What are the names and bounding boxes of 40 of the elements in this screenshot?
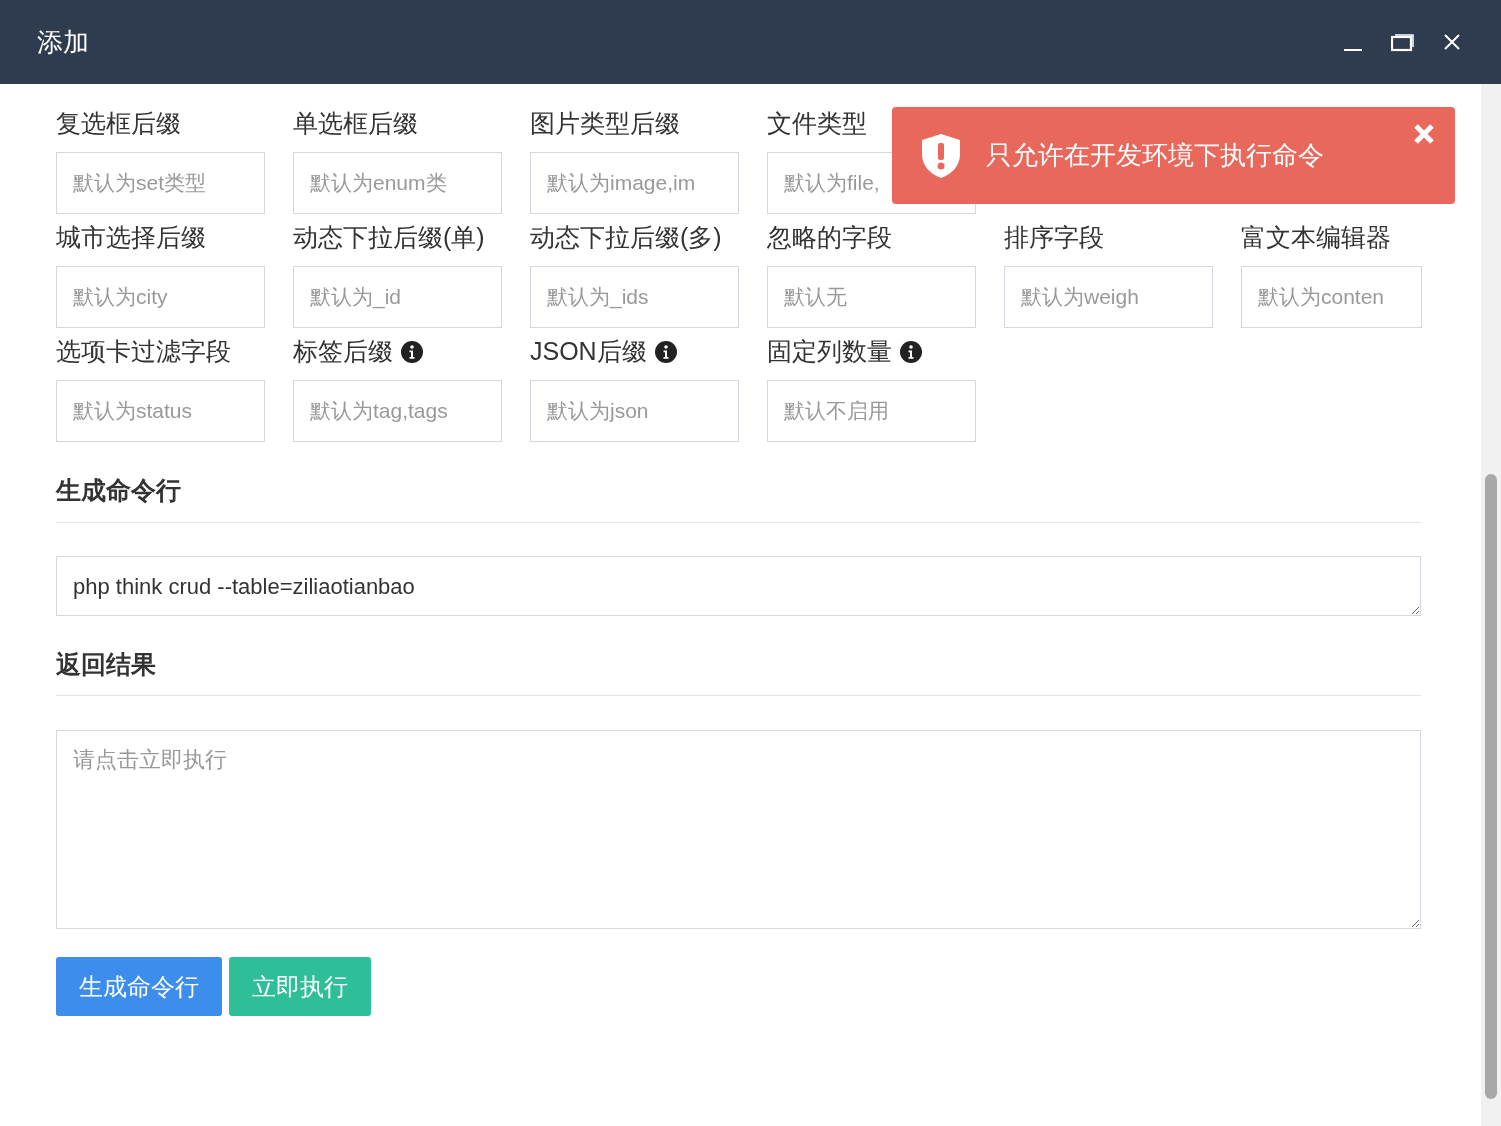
input-field[interactable]: 默认为_ids	[530, 266, 739, 328]
field-label: 复选框后缀	[56, 108, 181, 140]
input-field[interactable]: 默认不启用	[767, 380, 976, 442]
result-field[interactable]: 请点击立即执行	[56, 730, 1421, 929]
section-heading: 返回结果	[56, 645, 1421, 696]
input-field[interactable]: 默认为city	[56, 266, 265, 328]
input-field[interactable]: 默认为conten	[1241, 266, 1422, 328]
action-button[interactable]: 立即执行	[229, 957, 371, 1016]
command-field[interactable]: php think crud --table=ziliaotianbao	[56, 555, 1421, 616]
maximize-icon[interactable]	[1391, 32, 1415, 52]
input-field[interactable]: 默认为enum类	[293, 152, 502, 214]
section-heading: 生成命令行	[56, 472, 1421, 523]
window-title: 添加	[37, 25, 90, 59]
field-label: 选项卡过滤字段	[56, 336, 231, 368]
field-label: 单选框后缀	[293, 108, 418, 140]
input-field[interactable]: 默认为json	[530, 380, 739, 442]
field-label: 图片类型后缀	[530, 108, 680, 140]
field-label: 动态下拉后缀(单)	[293, 222, 485, 254]
field-label: 忽略的字段	[767, 222, 892, 254]
input-field[interactable]: 默认为_id	[293, 266, 502, 328]
input-field[interactable]: 默认为image,im	[530, 152, 739, 214]
input-field[interactable]: 默认为file,	[767, 152, 976, 214]
input-field[interactable]: 默认为status	[56, 380, 265, 442]
input-field[interactable]: 默认为set类型	[56, 152, 265, 214]
field-label: 文件类型	[767, 108, 867, 140]
field-label: JSON后缀	[530, 336, 647, 368]
action-button[interactable]: 生成命令行	[56, 957, 222, 1016]
input-field[interactable]: 默认为weigh	[1004, 266, 1213, 328]
field-label: 标签后缀	[293, 336, 393, 368]
field-label: 固定列数量	[767, 336, 892, 368]
field-label: 富文本编辑器	[1241, 222, 1391, 254]
shield-alert-icon	[920, 132, 962, 179]
field-label: 排序字段	[1004, 222, 1104, 254]
scrollbar[interactable]	[1481, 84, 1501, 1126]
input-field[interactable]: 默认为tag,tags	[293, 380, 502, 442]
close-icon[interactable]	[1443, 33, 1461, 51]
input-field[interactable]: 默认无	[767, 266, 976, 328]
field-label: 城市选择后缀	[56, 222, 206, 254]
field-label: 动态下拉后缀(多)	[530, 222, 722, 254]
toast-message: 只允许在开发环境下执行命令	[986, 139, 1325, 172]
